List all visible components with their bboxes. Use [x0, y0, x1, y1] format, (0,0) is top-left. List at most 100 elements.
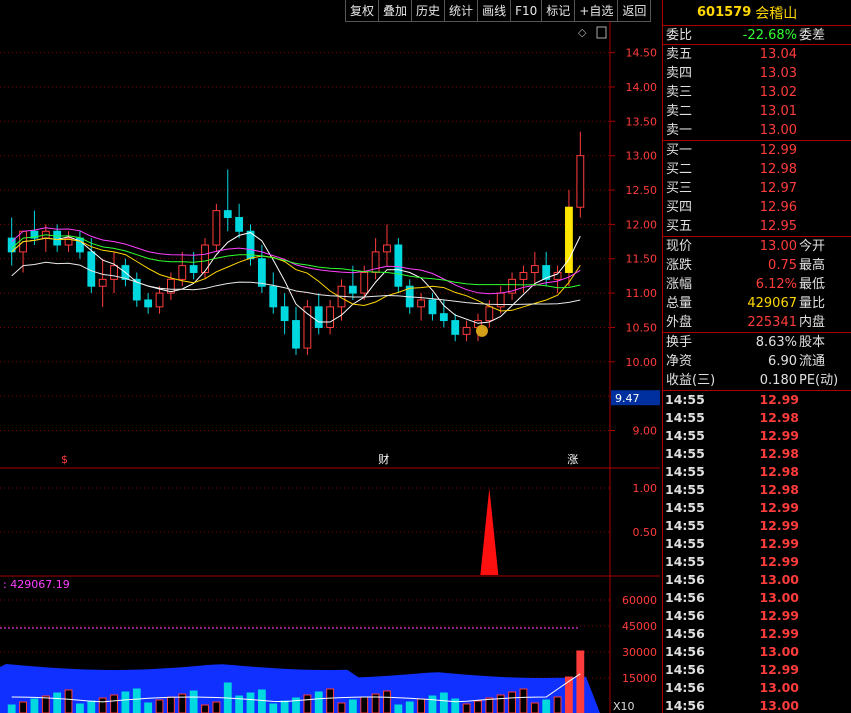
tick-price: 13.00: [759, 698, 799, 713]
buys-price: 12.96: [759, 200, 797, 215]
volume-bar: [98, 697, 107, 713]
toolbar-button-5[interactable]: F10: [510, 0, 542, 22]
sells-price: 13.00: [759, 123, 797, 138]
stats-label2: 最高: [799, 258, 826, 273]
event-marker: 财: [378, 452, 389, 466]
toolbar-button-3[interactable]: 统计: [444, 0, 478, 22]
volume-bar: [64, 689, 73, 713]
candle-body: [223, 210, 232, 219]
price-tick-label: 14.50: [626, 47, 658, 60]
tick-row: 14:55 12.99: [663, 535, 851, 553]
candle-body: [212, 210, 221, 246]
toolbar-button-2[interactable]: 历史: [411, 0, 445, 22]
price-tick-label: 11.00: [626, 287, 658, 300]
order-ratio-row: 委比 -22.68% 委差: [663, 26, 851, 45]
volume-bar: [132, 688, 141, 713]
toolbar-button-7[interactable]: +自选: [574, 0, 618, 22]
candle: [553, 265, 562, 294]
candle-body: [257, 258, 266, 287]
buys-price: 12.98: [759, 162, 797, 177]
volume-bar: [121, 691, 130, 713]
sells-label: 卖三: [666, 85, 693, 100]
volume-bar: [417, 698, 426, 713]
volume-bar: [348, 699, 357, 713]
tick-row: 14:55 12.99: [663, 517, 851, 535]
volume-bar: [257, 689, 266, 713]
candle-body: [144, 299, 153, 308]
tick-price: 12.99: [759, 428, 799, 443]
tick-row: 14:56 13.00: [663, 589, 851, 607]
candle-body: [189, 265, 198, 273]
price-tick-label: 13.00: [626, 150, 658, 163]
toolbar-button-1[interactable]: 叠加: [378, 0, 412, 22]
tick-time: 14:56: [665, 608, 705, 623]
candle: [383, 224, 391, 266]
tick-row: 14:55 12.98: [663, 445, 851, 463]
tick-list[interactable]: 14:55 12.99 14:55 12.98 14:55 12.99 14:55 12.98…: [663, 391, 851, 713]
candle: [576, 131, 585, 218]
stats-row: 外盘 225341 内盘: [663, 313, 851, 332]
candle-body: [348, 285, 357, 294]
buys-label: 买五: [666, 219, 693, 234]
candle-body: [326, 306, 335, 328]
candle: [565, 190, 573, 287]
buys-row: 买三 12.97: [663, 179, 851, 198]
quote-stats: 现价 13.00 今开 涨跌 0.75 最高 涨幅 6.12% 最低 总量 429067 量比 外盘 22…: [663, 237, 851, 333]
toolbar-button-6[interactable]: 标记: [541, 0, 575, 22]
candle-body: [314, 306, 323, 328]
signal-spike: [480, 488, 499, 575]
price-tick-label: 13.50: [626, 115, 658, 128]
kline-chart[interactable]: 14.50 14.00 13.50 13.00 12.50 12.00 11.50 11.00…: [0, 22, 660, 713]
tick-time: 14:56: [665, 626, 705, 641]
tick-price: 12.98: [759, 464, 799, 479]
volume-bar: [485, 697, 494, 713]
volume-bar: [360, 696, 369, 713]
candle: [292, 306, 300, 355]
candle-body: [439, 313, 448, 322]
tick-row: 14:55 12.99: [663, 427, 851, 445]
price-tick-label: 11.50: [626, 253, 658, 266]
candle-body: [576, 155, 585, 208]
order-ratio-label: 委比: [666, 28, 693, 43]
volume-bar: [462, 703, 471, 713]
candle-body: [428, 299, 437, 315]
candle-body: [178, 265, 187, 280]
tick-row: 14:55 12.98: [663, 463, 851, 481]
buy-orders: 买一 12.99 买二 12.98 买三 12.97 买四 12.96 买五 12.95: [663, 141, 851, 237]
buys-row: 买四 12.96: [663, 198, 851, 217]
tick-price: 12.99: [759, 626, 799, 641]
stats-value: 429067: [747, 296, 797, 311]
tick-row: 14:56 12.99: [663, 625, 851, 643]
candle: [166, 272, 175, 300]
volume-unit-label: X10: [613, 700, 635, 713]
volume-bar: [76, 703, 84, 713]
candle: [519, 265, 528, 294]
candle-body: [53, 230, 62, 246]
buys-label: 买二: [666, 162, 693, 177]
tick-time: 14:56: [665, 572, 705, 587]
tick-price: 12.99: [759, 554, 799, 569]
sells-row: 卖三 13.02: [663, 83, 851, 102]
toolbar-button-8[interactable]: 返回: [617, 0, 652, 22]
volume-bar: [314, 691, 323, 713]
tick-time: 14:55: [665, 428, 705, 443]
stats2-row: 换手 8.63% 股本: [663, 333, 851, 352]
volume-bar: [19, 701, 27, 713]
volume-bar: [530, 702, 539, 713]
buys-price: 12.97: [759, 181, 797, 196]
volume-bar: [53, 692, 62, 713]
sell-orders: 卖五 13.04 卖四 13.03 卖三 13.02 卖二 13.01 卖一 13.00: [663, 45, 851, 141]
toolbar-button-4[interactable]: 画线: [477, 0, 511, 22]
stats-label2: 量比: [799, 296, 826, 311]
candle: [439, 299, 448, 328]
volume-bar: [280, 700, 289, 713]
volume-bar: [212, 701, 221, 713]
toolbar-button-0[interactable]: 复权: [345, 0, 379, 22]
stats2-label2: 流通: [799, 354, 826, 369]
tick-price: 13.00: [759, 572, 799, 587]
tick-time: 14:56: [665, 680, 705, 695]
candle-body: [383, 244, 391, 253]
candle-body: [394, 244, 403, 287]
candle: [326, 299, 335, 335]
event-marker: $: [61, 453, 68, 466]
